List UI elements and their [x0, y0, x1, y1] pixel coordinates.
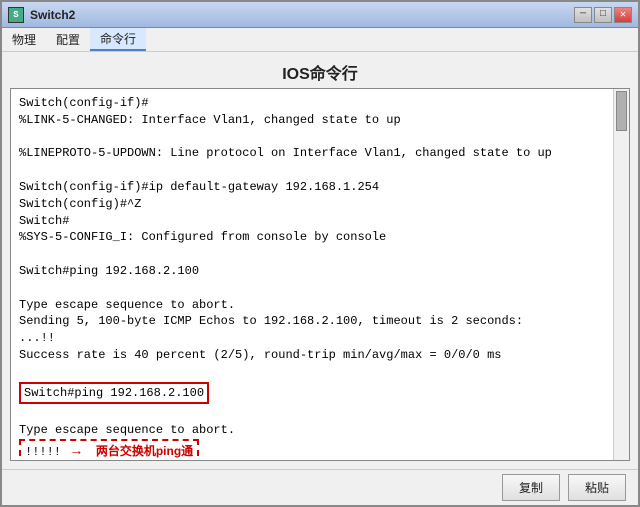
- scrollbar[interactable]: [613, 89, 629, 460]
- line-3: [19, 129, 605, 146]
- after-line-2: Type escape sequence to abort.: [19, 422, 605, 439]
- main-window: S Switch2 ─ □ ✕ 物理 配置 命令行 IOS命令行 Switch(…: [0, 0, 640, 507]
- paste-button[interactable]: 粘贴: [568, 474, 626, 501]
- line-10: [19, 246, 605, 263]
- terminal-content[interactable]: Switch(config-if)# %LINK-5-CHANGED: Inte…: [11, 89, 613, 460]
- highlighted-command-row: Switch#ping 192.168.2.100: [19, 381, 605, 406]
- close-button[interactable]: ✕: [614, 7, 632, 23]
- line-7: Switch(config)#^Z: [19, 196, 605, 213]
- line-5: [19, 162, 605, 179]
- copy-button[interactable]: 复制: [502, 474, 560, 501]
- exclamation-box: !!!!! → 两台交换机ping通: [19, 439, 199, 460]
- window-title: Switch2: [30, 8, 75, 22]
- exclamations: !!!!!: [25, 445, 61, 459]
- annotation-label: 两台交换机ping通: [96, 444, 193, 458]
- terminal-container: Switch(config-if)# %LINK-5-CHANGED: Inte…: [10, 88, 630, 461]
- page-title: IOS命令行: [2, 52, 638, 88]
- scrollbar-thumb[interactable]: [616, 91, 627, 131]
- line-11: Switch#ping 192.168.2.100: [19, 263, 605, 280]
- title-bar: S Switch2 ─ □ ✕: [2, 2, 638, 28]
- after-line-1: [19, 405, 605, 422]
- line-16: Success rate is 40 percent (2/5), round-…: [19, 347, 605, 364]
- menu-item-cli[interactable]: 命令行: [90, 28, 146, 51]
- window-controls: ─ □ ✕: [574, 7, 632, 23]
- line-15: ...!!: [19, 330, 605, 347]
- line-9: %SYS-5-CONFIG_I: Configured from console…: [19, 229, 605, 246]
- line-4: %LINEPROTO-5-UPDOWN: Line protocol on In…: [19, 145, 605, 162]
- line-8: Switch#: [19, 213, 605, 230]
- minimize-button[interactable]: ─: [574, 7, 592, 23]
- line-13: Type escape sequence to abort.: [19, 297, 605, 314]
- menu-bar: 物理 配置 命令行: [2, 28, 638, 52]
- app-icon: S: [8, 7, 24, 23]
- line-14: Sending 5, 100-byte ICMP Echos to 192.16…: [19, 313, 605, 330]
- annotation-row: !!!!! → 两台交换机ping通: [19, 439, 605, 460]
- line-17: [19, 364, 605, 381]
- arrow-icon: →: [72, 444, 80, 460]
- line-12: [19, 280, 605, 297]
- bottom-toolbar: 复制 粘贴: [2, 469, 638, 505]
- menu-item-physics[interactable]: 物理: [2, 28, 46, 51]
- line-6: Switch(config-if)#ip default-gateway 192…: [19, 179, 605, 196]
- line-2: %LINK-5-CHANGED: Interface Vlan1, change…: [19, 112, 605, 129]
- menu-item-config[interactable]: 配置: [46, 28, 90, 51]
- line-1: Switch(config-if)#: [19, 95, 605, 112]
- highlighted-command: Switch#ping 192.168.2.100: [19, 382, 209, 405]
- maximize-button[interactable]: □: [594, 7, 612, 23]
- title-bar-left: S Switch2: [8, 7, 75, 23]
